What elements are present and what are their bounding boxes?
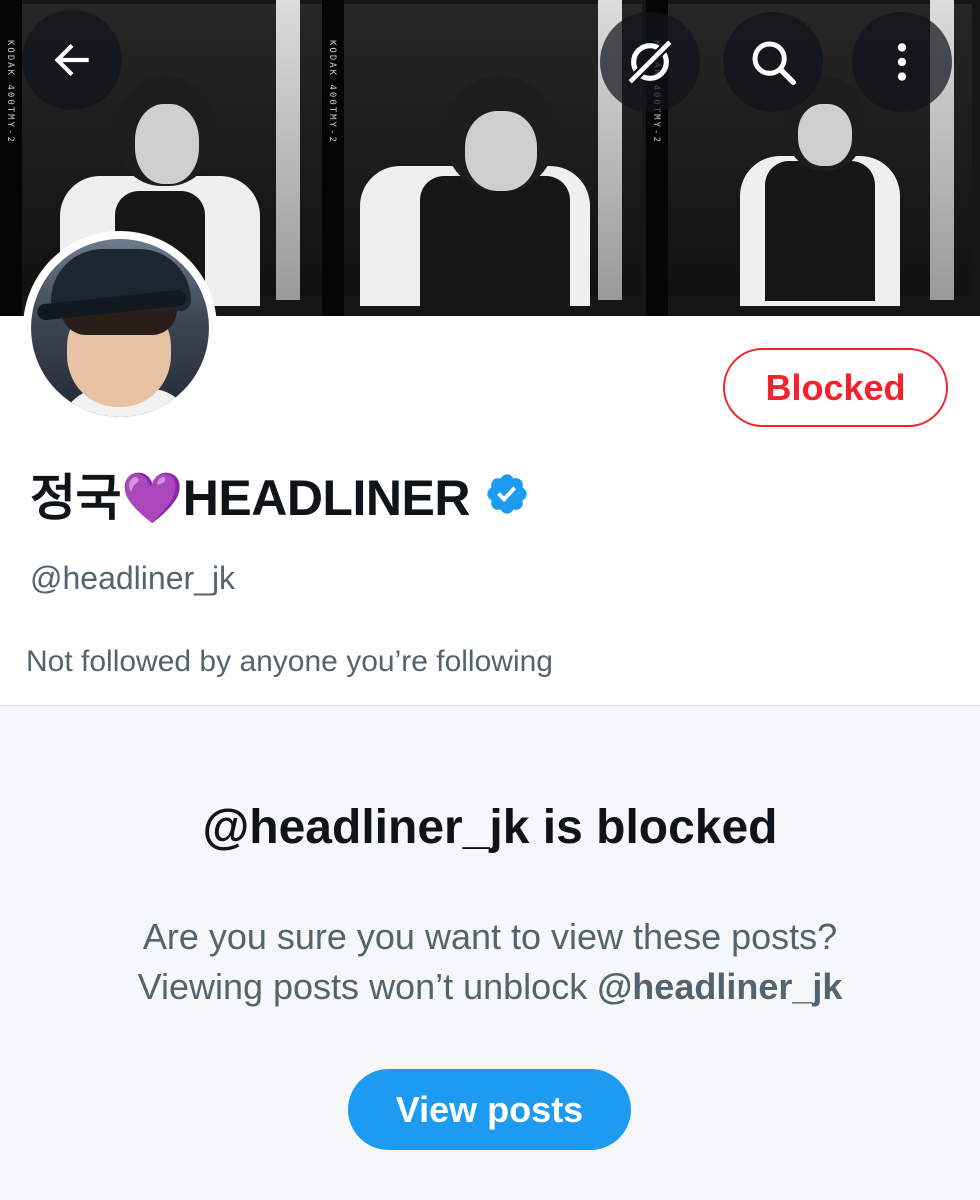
- blocked-button[interactable]: Blocked: [723, 348, 948, 427]
- blocked-notice-line-1: Are you sure you want to view these post…: [142, 916, 838, 957]
- search-icon: [752, 41, 796, 85]
- back-button[interactable]: [22, 10, 122, 110]
- grok-icon: [625, 37, 675, 87]
- more-vertical-icon: [897, 43, 907, 81]
- verified-badge-icon[interactable]: [484, 471, 530, 517]
- display-name: 정국💜HEADLINER: [30, 470, 470, 526]
- search-button[interactable]: [723, 12, 823, 112]
- more-options-button[interactable]: [852, 12, 952, 112]
- blocked-notice-line-2: Viewing posts won’t unblock @headliner_j…: [0, 962, 980, 1012]
- blocked-notice-title: @headliner_jk is blocked: [202, 801, 778, 854]
- blocked-notice-line-2-text: Viewing posts won’t unblock: [137, 966, 598, 1007]
- blocked-notice-handle: @headliner_jk: [597, 966, 843, 1007]
- profile-avatar[interactable]: [23, 231, 217, 425]
- grok-button[interactable]: [600, 12, 700, 112]
- film-edge: KODAK 400TMY-2: [322, 0, 344, 316]
- profile-name-row: 정국💜HEADLINER: [30, 462, 530, 526]
- profile-handle: @headliner_jk: [30, 560, 236, 596]
- film-edge: KODAK 400TMY-2: [0, 0, 22, 316]
- avatar-photo: [31, 239, 209, 417]
- blocked-notice-description: Are you sure you want to view these post…: [0, 912, 980, 1012]
- view-posts-button[interactable]: View posts: [348, 1069, 631, 1150]
- arrow-left-icon: [54, 43, 89, 77]
- followers-you-know-note[interactable]: Not followed by anyone you’re following: [26, 645, 553, 679]
- film-light-leak: [276, 0, 300, 300]
